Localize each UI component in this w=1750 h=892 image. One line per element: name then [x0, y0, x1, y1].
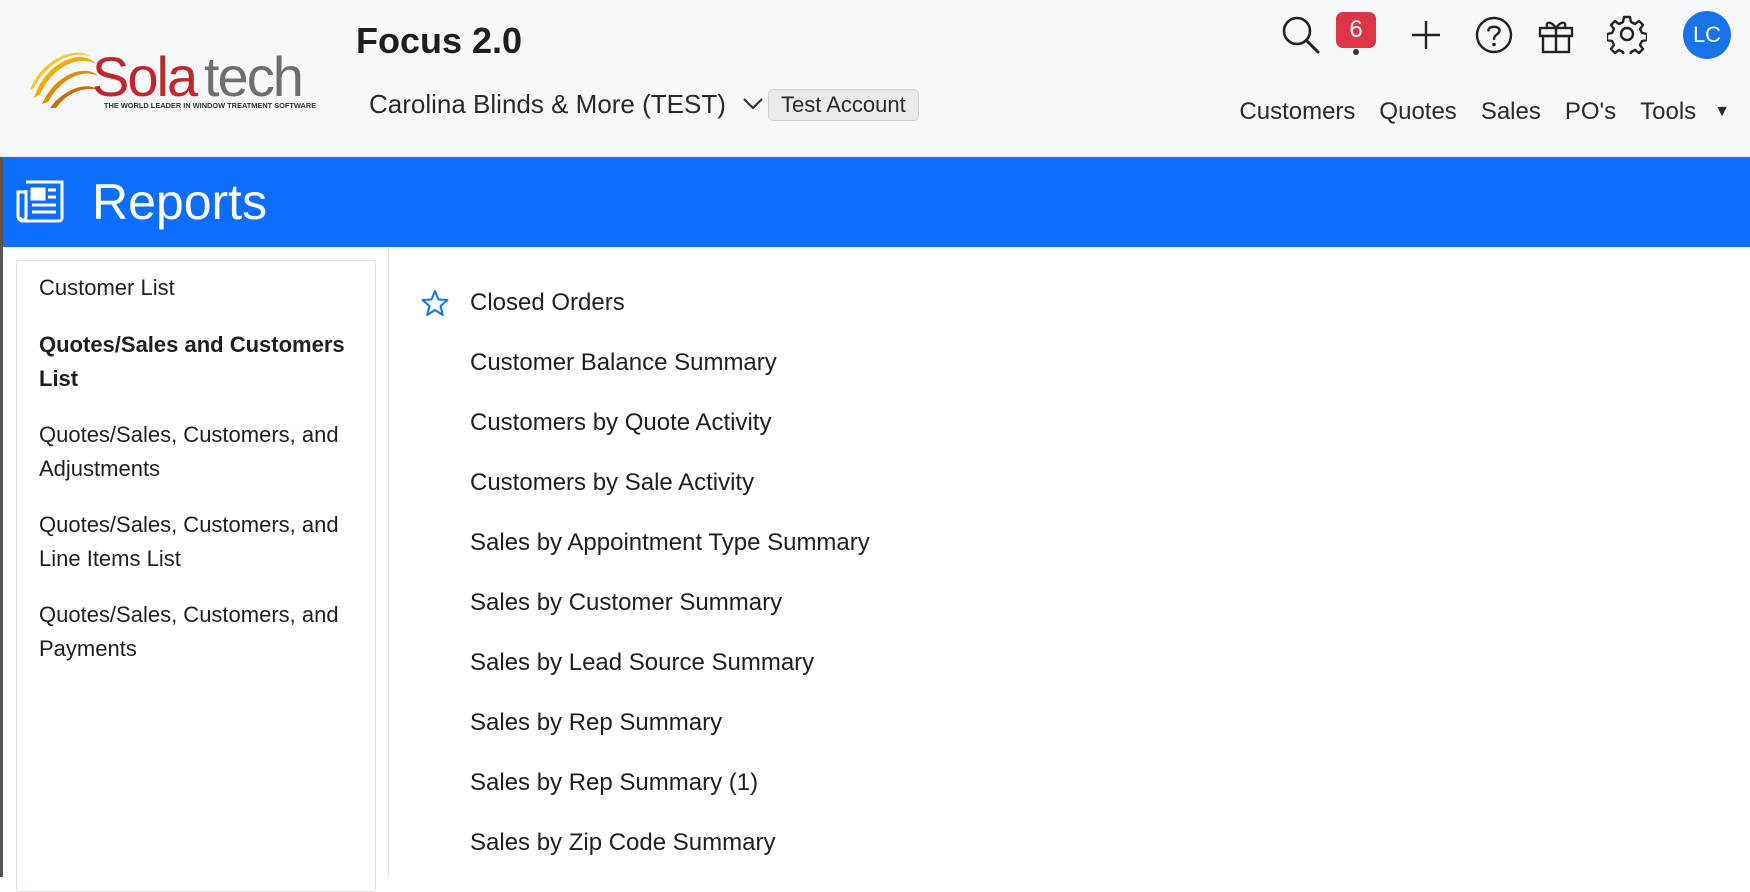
nav-sales[interactable]: Sales — [1481, 98, 1541, 126]
nav-quotes[interactable]: Quotes — [1379, 98, 1456, 126]
report-label: Closed Orders — [470, 289, 625, 316]
report-label: Sales by Appointment Type Summary — [470, 529, 870, 556]
report-label: Sales by Customer Summary — [470, 589, 783, 616]
report-item[interactable]: Sales by Appointment Type Summary — [420, 523, 870, 563]
help-icon[interactable] — [1474, 15, 1514, 55]
solatech-logo[interactable]: Sola tech THE WORLD LEADER IN WINDOW TRE… — [26, 42, 336, 114]
chevron-down-icon — [743, 98, 763, 110]
nav-tools[interactable]: Tools — [1640, 98, 1696, 126]
report-label: Customer Balance Summary — [470, 349, 777, 376]
report-label: Sales by Zip Code Summary — [470, 829, 776, 856]
sidebar-item-quotes-sales-customers[interactable]: Quotes/Sales and Customers List — [39, 328, 359, 396]
logo-tagline: THE WORLD LEADER IN WINDOW TREATMENT SOF… — [104, 101, 316, 110]
report-item[interactable]: Sales by Lead Source Summary — [420, 643, 814, 683]
sidebar-item-line-items[interactable]: Quotes/Sales, Customers, and Line Items … — [39, 508, 359, 576]
report-label: Customers by Quote Activity — [470, 409, 772, 436]
report-item[interactable]: Closed Orders — [420, 283, 625, 323]
nav-customers[interactable]: Customers — [1239, 98, 1355, 126]
nav-pos[interactable]: PO's — [1565, 98, 1616, 126]
add-icon[interactable] — [1409, 18, 1443, 52]
search-icon[interactable] — [1280, 14, 1322, 56]
report-category-sidebar: Customer List Quotes/Sales and Customers… — [16, 260, 376, 892]
report-item[interactable]: Sales by Zip Code Summary — [420, 823, 775, 863]
company-selector[interactable]: Carolina Blinds & More (TEST) — [369, 86, 764, 122]
report-label: Customers by Sale Activity — [470, 469, 755, 496]
svg-text:Sola: Sola — [92, 45, 199, 108]
report-item[interactable]: Sales by Customer Summary — [420, 583, 782, 623]
top-header: Sola tech THE WORLD LEADER IN WINDOW TRE… — [0, 0, 1750, 157]
report-item[interactable]: Sales by Rep Summary (1) — [420, 763, 758, 803]
report-item[interactable]: Customer Balance Summary — [420, 343, 777, 383]
report-item[interactable]: Customers by Sale Activity — [420, 463, 754, 503]
company-name: Carolina Blinds & More (TEST) — [369, 88, 726, 119]
sidebar-item-payments[interactable]: Quotes/Sales, Customers, and Payments — [39, 598, 359, 666]
report-label: Sales by Rep Summary (1) — [470, 769, 759, 796]
report-item[interactable]: Sales by Rep Summary — [420, 703, 722, 743]
report-label: Sales by Lead Source Summary — [470, 649, 815, 676]
svg-text:tech: tech — [204, 45, 302, 108]
content-divider — [388, 247, 389, 877]
caret-down-icon[interactable]: ▼ — [1714, 103, 1730, 121]
app-title: Focus 2.0 — [356, 20, 523, 61]
user-avatar[interactable]: LC — [1683, 11, 1731, 59]
star-outline-icon[interactable] — [420, 288, 450, 318]
report-item[interactable]: Customers by Quote Activity — [420, 403, 771, 443]
page-title: Reports — [92, 174, 268, 230]
newspaper-icon — [16, 180, 64, 223]
main-nav: Customers Quotes Sales PO's Tools ▼ — [1215, 98, 1730, 126]
sidebar-item-customer-list[interactable]: Customer List — [39, 271, 359, 305]
report-label: Sales by Rep Summary — [470, 709, 723, 736]
bell-icon — [1353, 49, 1359, 55]
sidebar-item-adjustments[interactable]: Quotes/Sales, Customers, and Adjustments — [39, 418, 359, 486]
gear-icon[interactable] — [1607, 14, 1647, 54]
notification-count-badge: 6 — [1336, 12, 1376, 48]
gift-icon[interactable] — [1536, 15, 1576, 55]
page-banner: Reports — [3, 157, 1750, 247]
test-account-badge: Test Account — [768, 89, 919, 121]
